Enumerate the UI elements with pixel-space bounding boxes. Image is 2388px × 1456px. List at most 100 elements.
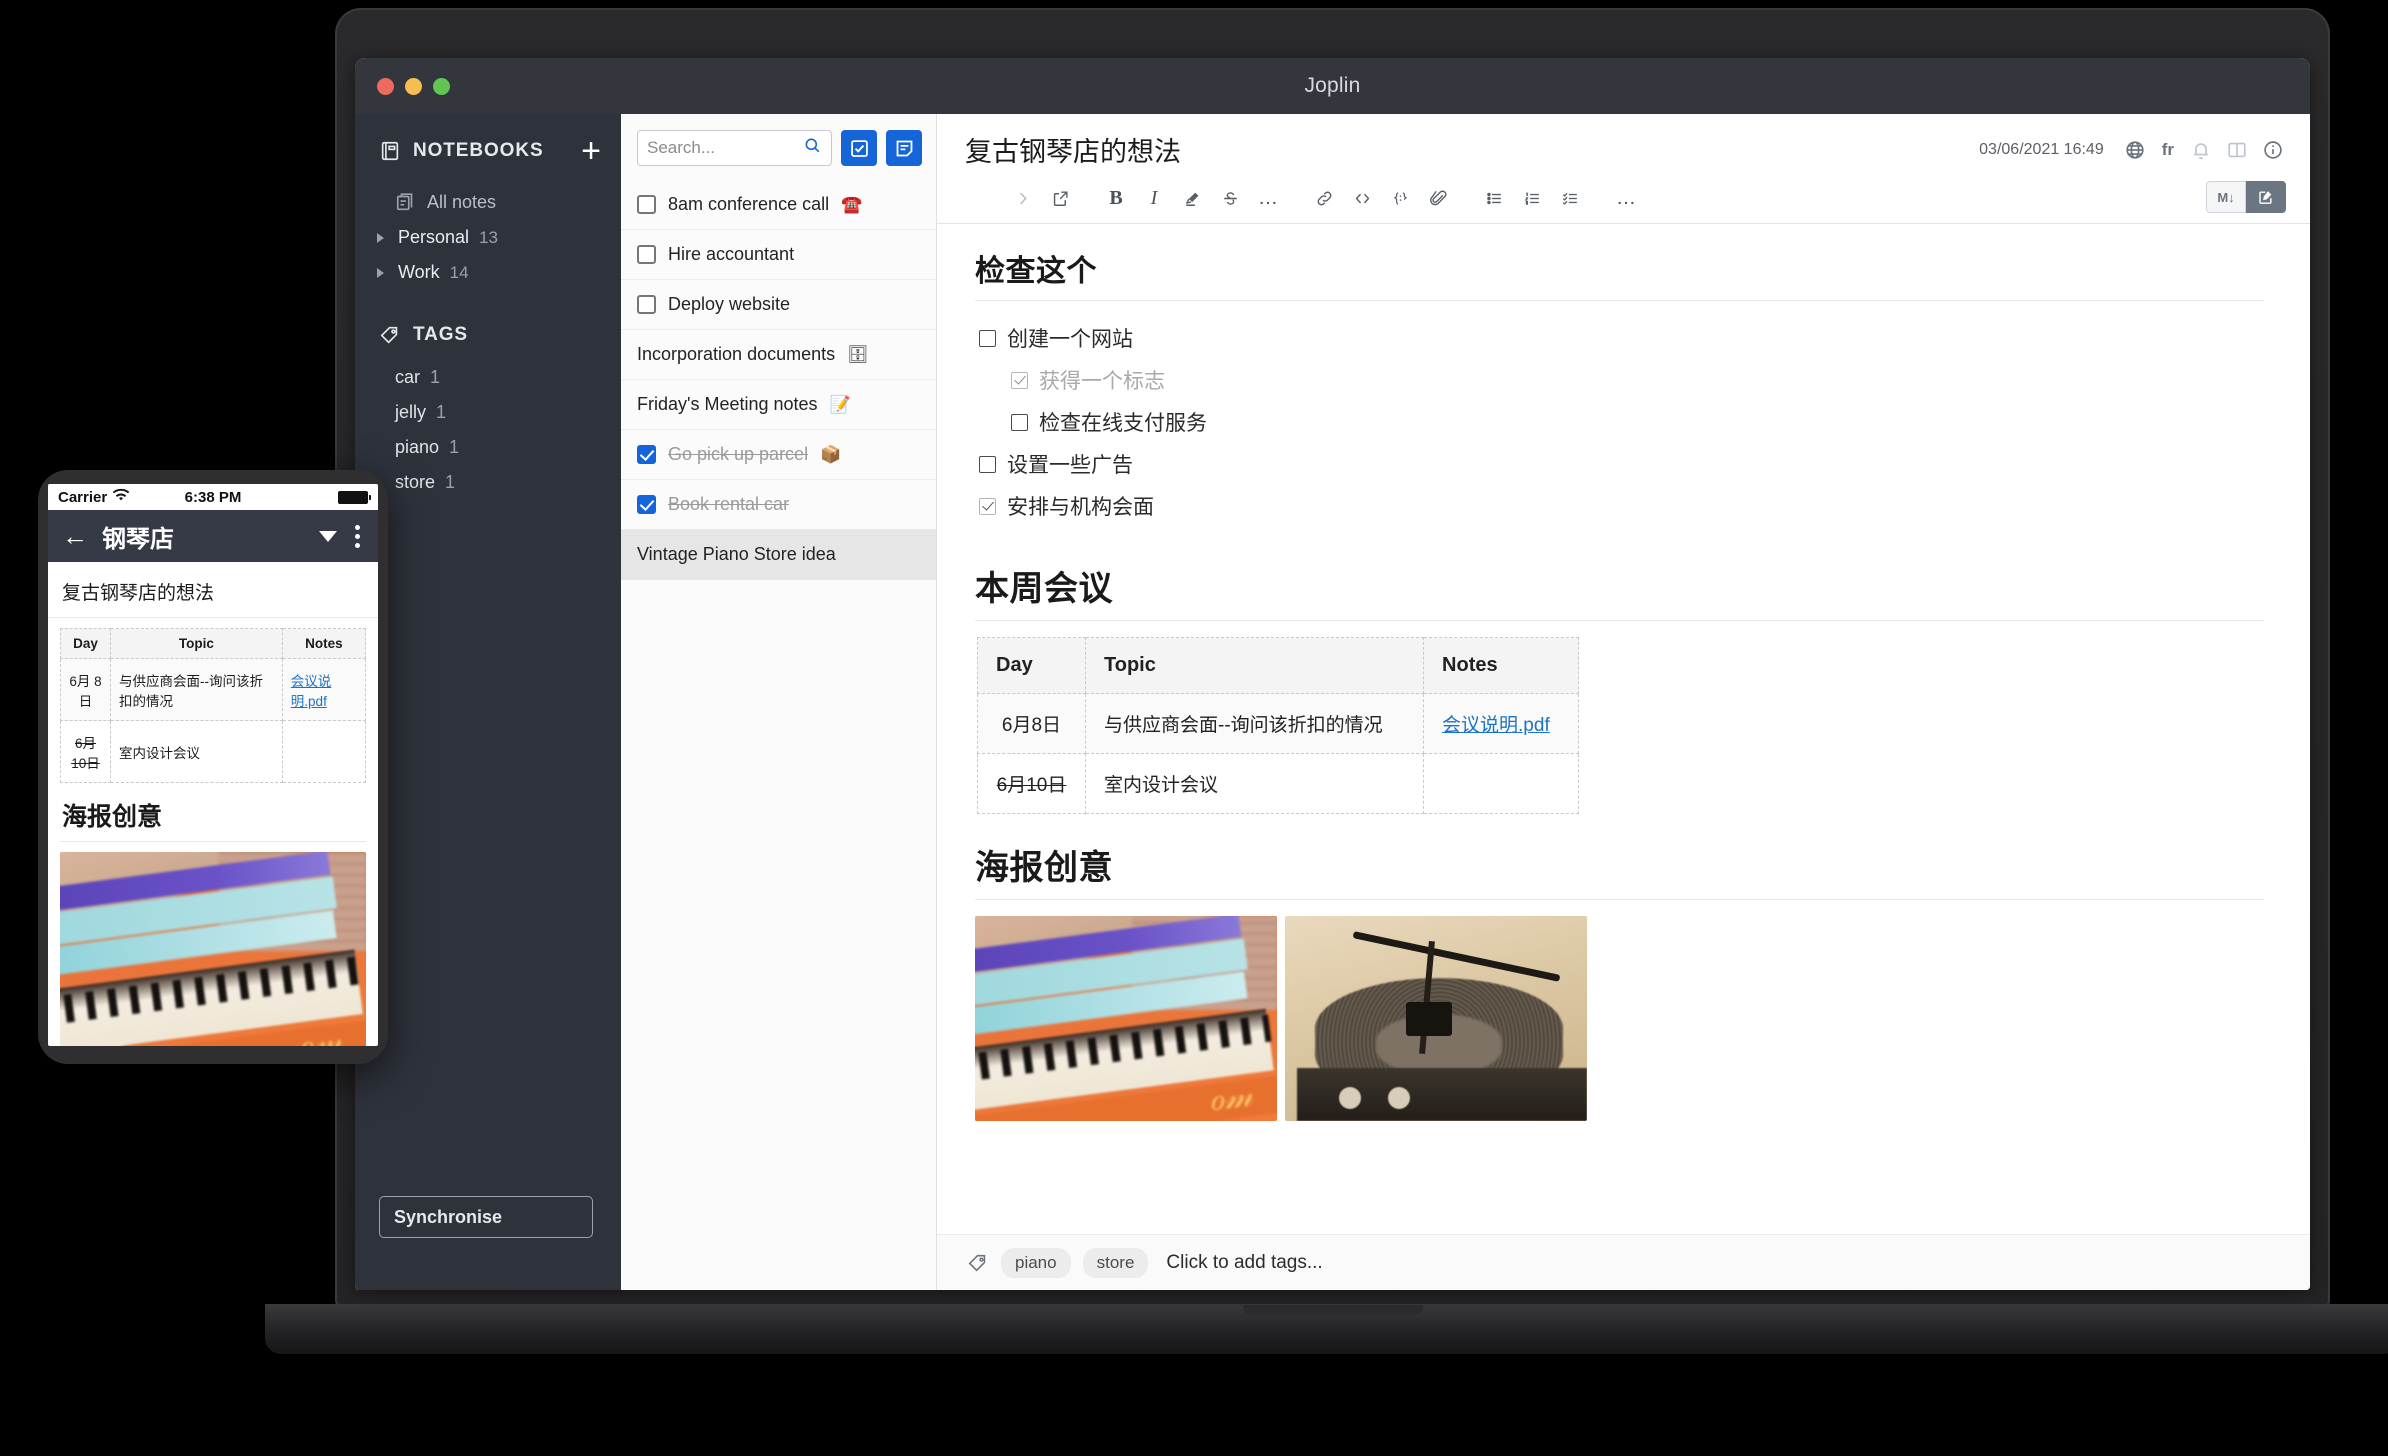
sidebar-item-label: Work (398, 262, 440, 282)
checkbox-checked-icon[interactable] (1011, 371, 1028, 389)
list-item[interactable]: Incorporation documents 🗄 (621, 330, 936, 380)
section-heading-check-this: 检查这个 (975, 246, 2264, 301)
tag-chip-store[interactable]: store (1082, 1247, 1149, 1278)
list-item[interactable]: 8am conference call ☎️ (621, 180, 936, 230)
chevron-right-icon[interactable] (377, 267, 384, 278)
tag-count: 1 (430, 367, 441, 387)
sidebar-tag-store[interactable]: store 1 (355, 465, 621, 500)
todo-checkbox[interactable] (637, 495, 656, 514)
tag-count: 1 (445, 472, 456, 492)
checklist-label: 获得一个标志 (1039, 370, 1165, 393)
info-icon[interactable] (2262, 139, 2284, 161)
todo-checkbox[interactable] (637, 245, 656, 264)
sidebar-item-all-notes[interactable]: All notes (355, 184, 621, 220)
checkbox-unchecked-icon[interactable] (1011, 413, 1028, 431)
attach-icon[interactable] (1419, 183, 1457, 213)
markdown-mode-button[interactable]: M↓ (2206, 181, 2246, 213)
checklist-item[interactable]: 创建一个网站 (975, 317, 2264, 359)
phone-note-body[interactable]: Day Topic Notes 6月 8日 与供应商会面--询问该折扣的情况 会… (48, 618, 378, 1046)
overflow-menu-icon[interactable] (351, 524, 364, 548)
external-edit-icon[interactable] (1041, 183, 1079, 213)
tag-chip-piano[interactable]: piano (1001, 1247, 1071, 1278)
note-title: Friday's Meeting notes (637, 394, 818, 414)
checklist-item[interactable]: 安排与机构会面 (975, 485, 2264, 527)
list-item[interactable]: Deploy website (621, 280, 936, 330)
synchronise-button[interactable]: Synchronise (379, 1196, 593, 1238)
new-notebook-button[interactable]: + (581, 134, 601, 168)
checkbox-unchecked-icon[interactable] (979, 455, 996, 473)
bold-button[interactable]: B (1097, 183, 1135, 213)
checkbox-list-icon[interactable] (1551, 183, 1589, 213)
highlight-icon[interactable] (1173, 183, 1211, 213)
numbered-list-icon[interactable] (1513, 183, 1551, 213)
tag-label: store (395, 472, 436, 492)
rich-text-mode-button[interactable] (2246, 181, 2286, 213)
checklist-item[interactable]: 设置一些广告 (975, 443, 2264, 485)
globe-icon[interactable] (2124, 139, 2146, 161)
link-icon[interactable] (1305, 183, 1343, 213)
search-input[interactable]: Search... (637, 130, 832, 166)
search-row: Search... (621, 114, 936, 180)
cell-notes: 会议说明.pdf (281, 658, 367, 721)
new-note-button[interactable] (886, 130, 922, 166)
app-body: NOTEBOOKS + All notes Personal 13 Work 1… (355, 114, 2310, 1290)
todo-checkbox[interactable] (637, 195, 656, 214)
list-item[interactable]: Friday's Meeting notes 📝 (621, 380, 936, 430)
italic-button[interactable]: I (1135, 183, 1173, 213)
window-title: Joplin (1304, 74, 1361, 97)
note-title: Book rental car (668, 494, 790, 514)
sidebar-item-count: 13 (479, 227, 498, 247)
note-editor: 复古钢琴店的想法 03/06/2021 16:49 fr B I … … M↓ … (937, 114, 2310, 1290)
screenshot-stage: Joplin NOTEBOOKS + All notes Personal 13… (0, 0, 2388, 1456)
file-cabinet-emoji-icon: 🗄 (847, 344, 869, 364)
list-item-selected[interactable]: Vintage Piano Store idea (621, 530, 936, 580)
language-indicator[interactable]: fr (2162, 140, 2174, 160)
add-tags-hint[interactable]: Click to add tags... (1166, 1252, 1322, 1274)
code-block-icon[interactable] (1381, 183, 1419, 213)
sidebar-tag-piano[interactable]: piano 1 (355, 430, 621, 465)
list-item[interactable]: Go pick up parcel 📦 (621, 430, 936, 480)
cell-day-text: 6月 10日 (71, 735, 100, 771)
sidebar-item-personal[interactable]: Personal 13 (355, 220, 621, 255)
note-content[interactable]: 检查这个 创建一个网站 获得一个标志 检查在线支付服务 设置一些广告 安排与机构… (937, 224, 2310, 1234)
new-todo-button[interactable] (841, 130, 877, 166)
code-icon[interactable] (1343, 183, 1381, 213)
todo-checkbox[interactable] (637, 445, 656, 464)
checkbox-unchecked-icon[interactable] (979, 329, 996, 347)
list-item[interactable]: Book rental car (621, 480, 936, 530)
notebook-icon (379, 140, 401, 162)
phone-note-title: 复古钢琴店的想法 (48, 562, 378, 618)
cell-notes (1423, 753, 1579, 814)
cell-day-text: 6月10日 (996, 775, 1067, 796)
checklist-item[interactable]: 检查在线支付服务 (975, 401, 2264, 443)
all-notes-icon (395, 191, 417, 213)
attachment-link[interactable]: 会议说明.pdf (291, 674, 332, 709)
chevron-down-icon[interactable] (319, 530, 337, 542)
note-list-panel: Search... 8am conference call ☎️ Hire ac… (621, 114, 937, 1290)
sidebar-item-work[interactable]: Work 14 (355, 255, 621, 290)
poster-images: ℴ𝓂 (975, 916, 2264, 1121)
sidebar-tag-car[interactable]: car 1 (355, 360, 621, 395)
checkbox-checked-icon[interactable] (979, 497, 996, 515)
tag-label: piano (395, 437, 440, 457)
toggle-sidebar-icon[interactable] (2226, 139, 2248, 161)
checklist-item[interactable]: 获得一个标志 (975, 359, 2264, 401)
back-icon[interactable]: back (965, 183, 1003, 213)
more-button[interactable]: … (1607, 183, 1645, 213)
more-format-button[interactable]: … (1249, 183, 1287, 213)
back-arrow-icon[interactable]: ← (62, 523, 88, 549)
note-title-input[interactable]: 复古钢琴店的想法 (965, 130, 1965, 169)
bullet-list-icon[interactable] (1475, 183, 1513, 213)
strikethrough-icon[interactable] (1211, 183, 1249, 213)
note-title: Vintage Piano Store idea (637, 544, 836, 564)
forward-icon[interactable] (1003, 183, 1041, 213)
battery-icon (338, 490, 371, 504)
alarm-bell-icon[interactable] (2190, 139, 2212, 161)
list-item[interactable]: Hire accountant (621, 230, 936, 280)
sidebar-tag-jelly[interactable]: jelly 1 (355, 395, 621, 430)
chevron-right-icon[interactable] (377, 232, 384, 243)
attachment-link[interactable]: 会议说明.pdf (1442, 715, 1550, 736)
todo-checkbox[interactable] (637, 295, 656, 314)
phone-clock: 6:38 PM (184, 488, 242, 506)
cell-notes (281, 720, 367, 783)
